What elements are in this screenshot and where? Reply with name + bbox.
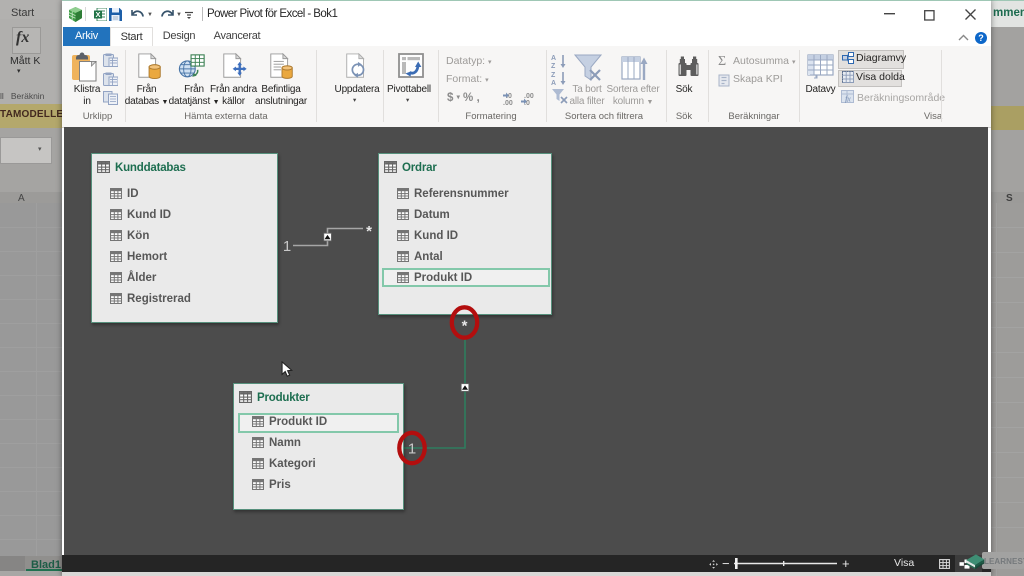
svg-text:.00: .00 [524, 93, 534, 100]
svg-text:?: ? [978, 33, 984, 43]
svg-text:X: X [95, 10, 100, 19]
svg-text:Z: Z [551, 72, 556, 79]
svg-text:fx: fx [845, 95, 851, 104]
svg-text:.00: .00 [503, 100, 513, 105]
svg-text:A: A [551, 55, 556, 62]
svg-text:Z: Z [551, 63, 556, 69]
